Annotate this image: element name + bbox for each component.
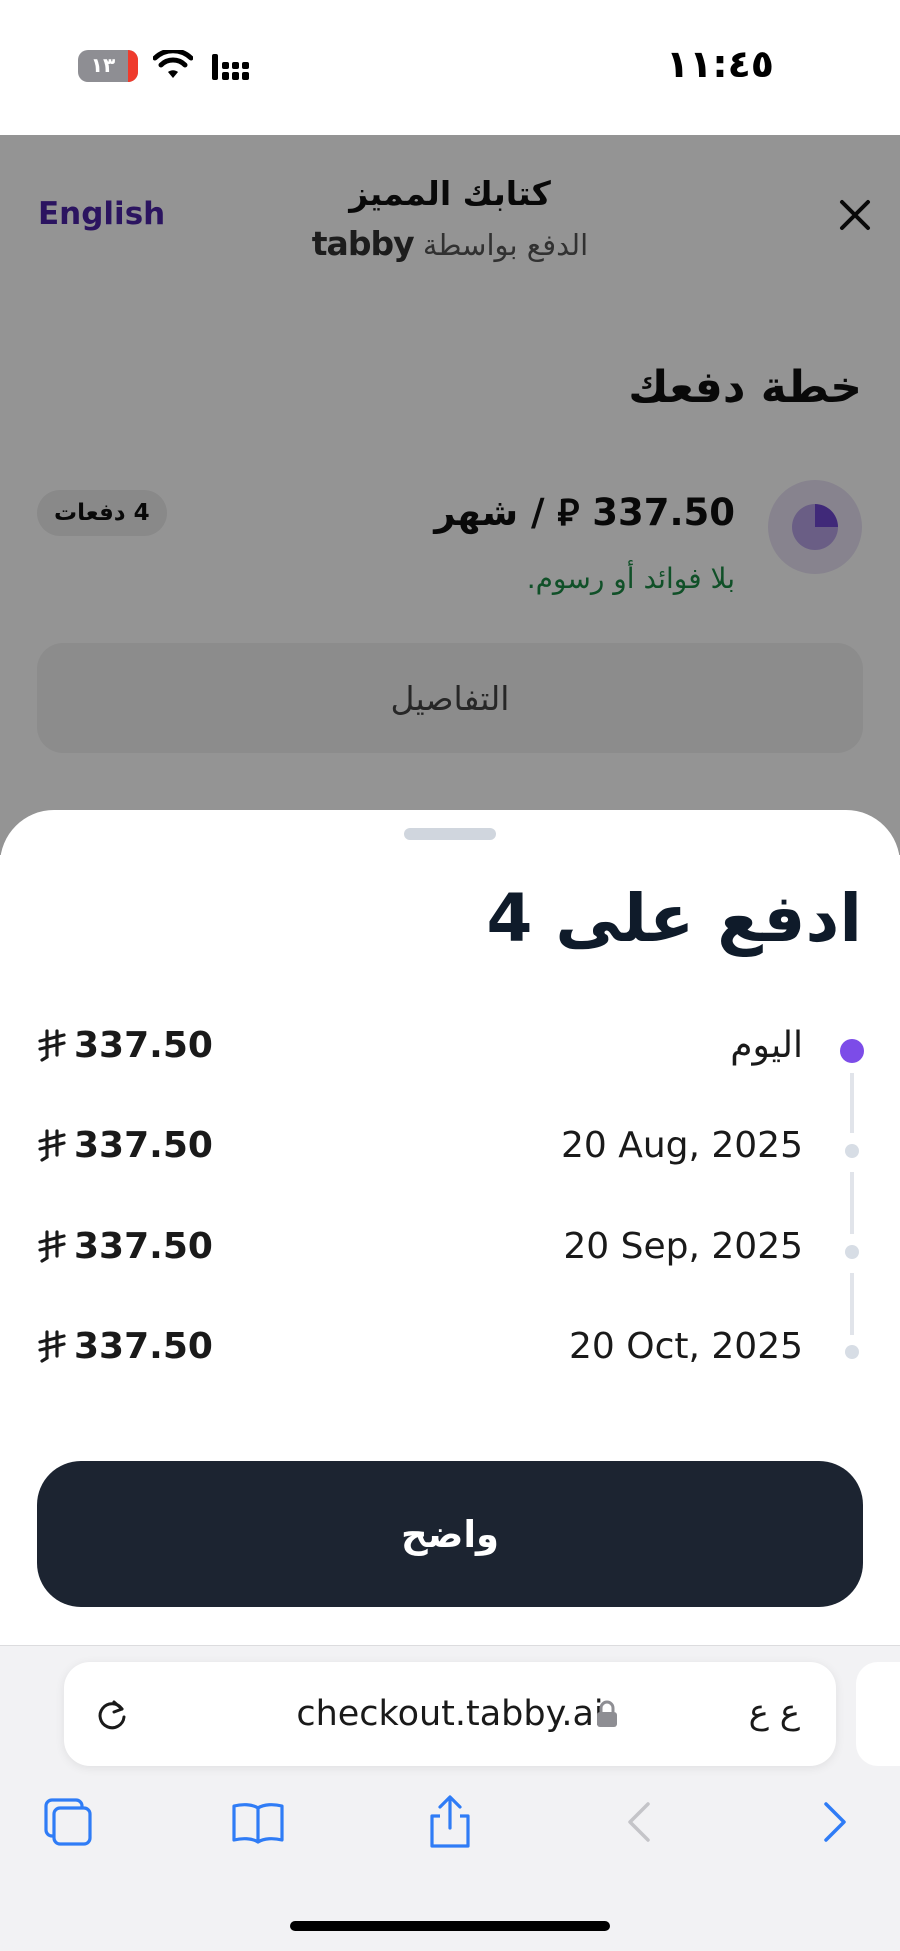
forward-icon[interactable] bbox=[804, 1792, 864, 1852]
installment-date: 20 Aug, 2025 bbox=[560, 1125, 803, 1166]
back-icon[interactable] bbox=[610, 1792, 670, 1852]
sheet-drag-handle[interactable] bbox=[404, 828, 496, 840]
installment-amount-row: 337.50 bbox=[38, 1125, 213, 1166]
share-icon[interactable] bbox=[420, 1792, 480, 1852]
installment-amount-row: 337.50 bbox=[38, 1226, 213, 1267]
riyal-icon bbox=[38, 1329, 66, 1363]
timeline-dot bbox=[845, 1144, 859, 1158]
installment-amount: 337.50 bbox=[74, 1025, 213, 1066]
signal-icon bbox=[212, 54, 249, 80]
timeline-dot bbox=[845, 1345, 859, 1359]
installment-date: 20 Oct, 2025 bbox=[569, 1326, 803, 1367]
battery-level: ١٣ bbox=[90, 53, 116, 77]
installment-amount-row: 337.50 bbox=[38, 1326, 213, 1367]
installment-amount: 337.50 bbox=[74, 1125, 213, 1166]
tabs-icon[interactable] bbox=[38, 1792, 98, 1852]
riyal-icon bbox=[38, 1028, 66, 1062]
installment-amount-row: 337.50 bbox=[38, 1025, 213, 1066]
installment-amount: 337.50 bbox=[74, 1326, 213, 1367]
modal-backdrop[interactable] bbox=[0, 135, 900, 855]
installment-date: 20 Sep, 2025 bbox=[563, 1226, 803, 1267]
timeline-connector bbox=[850, 1073, 854, 1133]
battery-icon: ١٣ bbox=[78, 50, 138, 82]
wifi-icon bbox=[153, 50, 193, 78]
timeline-dot-active bbox=[840, 1039, 864, 1063]
sheet-title: ادفع على 4 bbox=[486, 880, 863, 957]
riyal-icon bbox=[38, 1229, 66, 1263]
lock-icon bbox=[597, 1700, 617, 1727]
status-time: ١١:٤٥ bbox=[666, 42, 774, 86]
text-size-button[interactable]: ع ع bbox=[749, 1692, 800, 1732]
timeline-dot bbox=[845, 1245, 859, 1259]
confirm-button[interactable]: واضح bbox=[37, 1461, 863, 1607]
timeline-connector bbox=[850, 1172, 854, 1234]
timeline-connector bbox=[850, 1273, 854, 1335]
bookmarks-icon[interactable] bbox=[228, 1792, 288, 1852]
installment-date: اليوم bbox=[730, 1025, 803, 1066]
home-indicator[interactable] bbox=[290, 1921, 610, 1931]
installment-amount: 337.50 bbox=[74, 1226, 213, 1267]
riyal-icon bbox=[38, 1128, 66, 1162]
